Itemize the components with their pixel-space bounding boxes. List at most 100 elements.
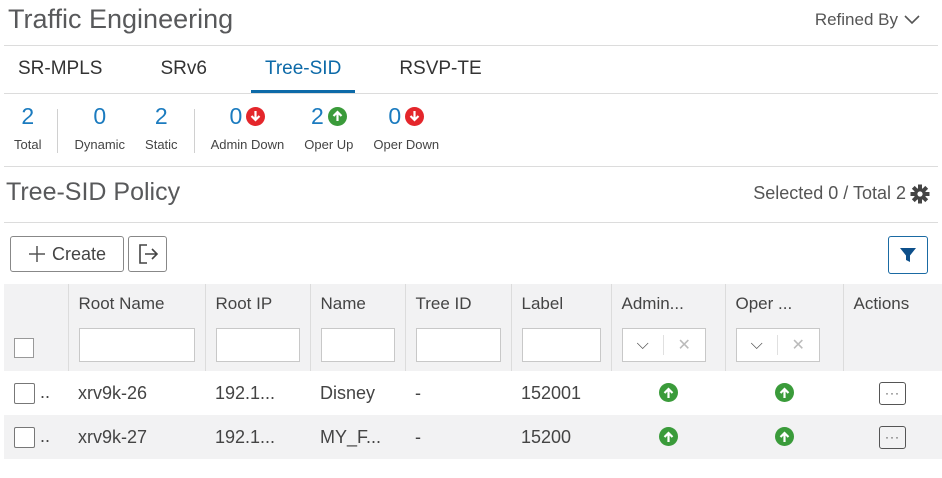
- tab-tree-sid[interactable]: Tree-SID: [250, 49, 356, 93]
- status-up-icon: [658, 427, 678, 446]
- column-label: Admin...: [621, 294, 684, 313]
- arrow-up-icon: [327, 106, 347, 126]
- column-header[interactable]: Oper ... ⌵ ✕: [725, 284, 844, 371]
- clear-icon[interactable]: ✕: [663, 335, 705, 355]
- divider: [4, 93, 938, 94]
- row-checkbox[interactable]: [14, 426, 35, 448]
- stat-total-value: 2: [21, 103, 35, 129]
- row-select-cell: ..: [4, 415, 68, 459]
- chevron-down-icon: [904, 15, 920, 25]
- stat-admin-down-value: 0: [229, 103, 243, 129]
- root-ip-cell: 192.1...: [205, 371, 310, 415]
- filter-icon: [900, 248, 916, 262]
- stat-oper-up-label: Oper Up: [304, 137, 354, 152]
- stat-oper-down-label: Oper Down: [373, 137, 440, 152]
- stat-admin-down-label: Admin Down: [210, 137, 285, 152]
- column-header[interactable]: Root IP: [205, 284, 311, 371]
- oper-status-cell: [725, 415, 843, 459]
- tab-sr-mpls[interactable]: SR-MPLS: [4, 49, 116, 93]
- stat-oper-down[interactable]: 0 Oper Down: [363, 103, 449, 152]
- gear-icon[interactable]: [910, 184, 930, 204]
- root-name-cell: xrv9k-26: [68, 371, 205, 415]
- column-label: Label: [521, 294, 564, 313]
- status-up-icon: [658, 383, 678, 402]
- name-cell: Disney: [310, 371, 405, 415]
- status-up-icon: [774, 427, 794, 446]
- divider: [4, 45, 938, 46]
- more-actions-button[interactable]: ···: [879, 425, 906, 449]
- stat-oper-up[interactable]: 2 Oper Up: [294, 103, 363, 152]
- stat-static[interactable]: 2 Static: [135, 103, 188, 152]
- filter-button[interactable]: [888, 236, 928, 274]
- stat-dynamic[interactable]: 0 Dynamic: [64, 103, 135, 152]
- row-prefix: ..: [40, 426, 51, 447]
- tree-sid-table: Root Name Root IP Name Tree ID Label Adm…: [4, 284, 942, 459]
- column-header[interactable]: Admin... ⌵ ✕: [611, 284, 726, 371]
- table-row[interactable]: .. xrv9k-26 192.1... Disney - 152001 ···: [4, 371, 942, 415]
- root-ip-cell: 192.1...: [205, 415, 310, 459]
- row-prefix: ..: [40, 382, 51, 403]
- selection-summary: Selected 0 / Total 2: [753, 183, 930, 204]
- arrow-down-icon: [246, 106, 266, 126]
- chevron-down-icon[interactable]: ⌵: [623, 336, 664, 354]
- root-name-cell: xrv9k-27: [68, 415, 205, 459]
- tab-srv6[interactable]: SRv6: [146, 49, 220, 93]
- column-header[interactable]: Name: [310, 284, 406, 371]
- column-label: Root IP: [215, 294, 273, 313]
- status-up-icon: [774, 383, 794, 402]
- row-checkbox[interactable]: [14, 382, 35, 404]
- label-cell: 152001: [511, 371, 611, 415]
- oper-filter-select[interactable]: ⌵ ✕: [735, 328, 820, 362]
- stat-total[interactable]: 2 Total: [4, 103, 51, 152]
- divider: [57, 109, 59, 153]
- export-button[interactable]: [128, 236, 167, 272]
- tab-bar: SR-MPLS SRv6 Tree-SID RSVP-TE: [4, 49, 504, 93]
- arrow-down-icon: [405, 106, 425, 126]
- stat-dynamic-value: 0: [93, 103, 107, 129]
- column-header[interactable]: Label: [511, 284, 612, 371]
- root-ip-filter-input[interactable]: [215, 328, 300, 362]
- label-filter-input[interactable]: [521, 328, 601, 362]
- stat-static-value: 2: [154, 103, 168, 129]
- selection-count: Selected 0 / Total 2: [753, 183, 906, 203]
- create-button[interactable]: Create: [10, 236, 124, 272]
- actions-cell: ···: [843, 415, 942, 459]
- stat-oper-up-value: 2: [310, 103, 324, 129]
- table-header: Root Name Root IP Name Tree ID Label Adm…: [4, 284, 942, 371]
- root-name-filter-input[interactable]: [78, 328, 195, 362]
- column-label: Actions: [853, 294, 910, 313]
- admin-filter-select[interactable]: ⌵ ✕: [621, 328, 706, 362]
- tree-id-cell: -: [405, 371, 511, 415]
- chevron-down-icon[interactable]: ⌵: [737, 336, 778, 354]
- label-cell: 15200: [511, 415, 611, 459]
- stat-static-label: Static: [145, 137, 178, 152]
- stat-total-label: Total: [14, 137, 42, 152]
- refined-by-dropdown[interactable]: Refined By: [815, 10, 920, 30]
- name-filter-input[interactable]: [320, 328, 395, 362]
- select-all-cell: [4, 284, 69, 371]
- stat-dynamic-label: Dynamic: [74, 137, 126, 152]
- page-title: Traffic Engineering: [8, 4, 234, 34]
- column-header[interactable]: Root Name: [68, 284, 206, 371]
- tab-rsvp-te[interactable]: RSVP-TE: [385, 49, 495, 93]
- column-header[interactable]: Tree ID: [405, 284, 512, 371]
- clear-icon[interactable]: ✕: [777, 335, 819, 355]
- summary-stats: 2 Total 0 Dynamic 2 Static 0 Admin Down …: [4, 103, 449, 153]
- actions-cell: ···: [843, 371, 942, 415]
- name-cell: MY_F...: [310, 415, 405, 459]
- section-title: Tree-SID Policy: [6, 178, 181, 206]
- tree-id-filter-input[interactable]: [415, 328, 501, 362]
- column-label: Oper ...: [735, 294, 793, 313]
- export-icon: [138, 244, 158, 264]
- select-all-checkbox[interactable]: [14, 338, 34, 358]
- create-button-label: Create: [51, 243, 107, 264]
- refined-by-label: Refined By: [814, 10, 898, 29]
- divider: [193, 109, 195, 153]
- divider: [4, 222, 938, 223]
- plus-icon: [28, 246, 45, 262]
- row-select-cell: ..: [4, 371, 68, 415]
- more-actions-button[interactable]: ···: [879, 381, 906, 405]
- table-row[interactable]: .. xrv9k-27 192.1... MY_F... - 15200 ···: [4, 415, 942, 459]
- stat-oper-down-value: 0: [388, 103, 402, 129]
- stat-admin-down[interactable]: 0 Admin Down: [201, 103, 295, 152]
